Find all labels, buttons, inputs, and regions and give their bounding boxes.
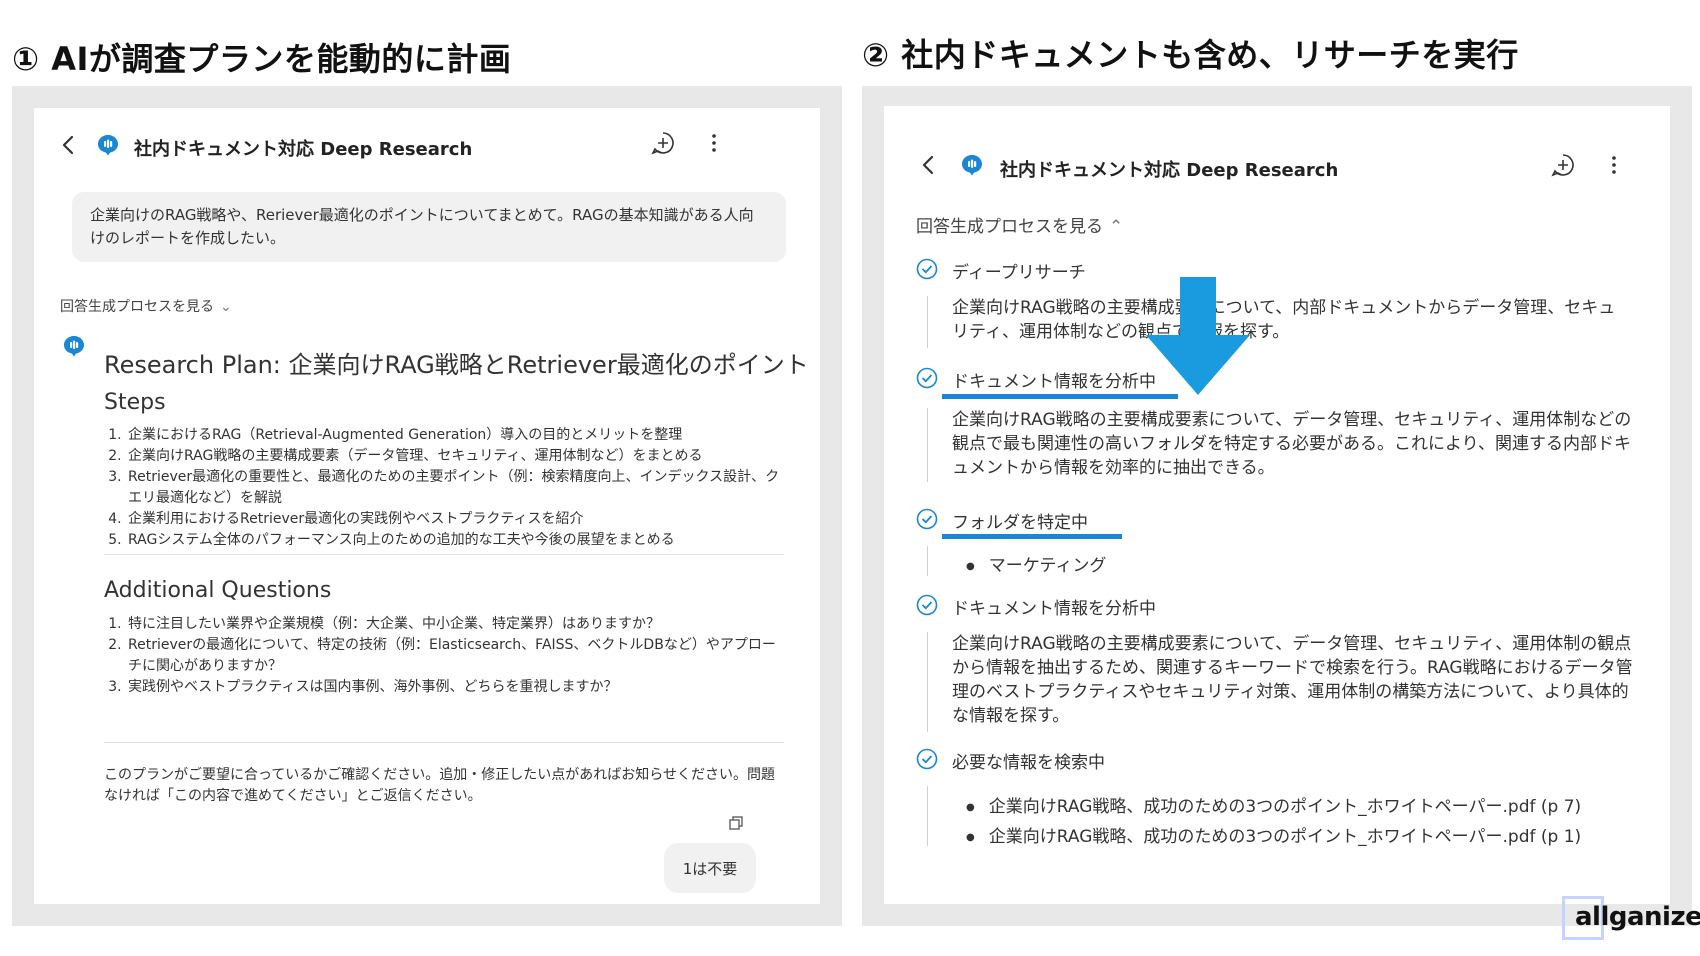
assistant-logo-icon	[962, 155, 982, 176]
right-chat-window: 社内ドキュメント対応 Deep Research 回答生成プロセスを見る ⌃ ディ…	[884, 106, 1670, 904]
check-circle-icon	[916, 594, 938, 616]
right-screenshot-frame: 社内ドキュメント対応 Deep Research 回答生成プロセスを見る ⌃ ディ…	[862, 86, 1692, 926]
step-item: RAGシステム全体のパフォーマンス向上のための追加的な工夫や今後の展望をまとめる	[126, 530, 786, 551]
logo-text: allganize	[1575, 902, 1700, 932]
question-item: Retrieverの最適化について、特定の技術（例：Elasticsearch、…	[126, 635, 786, 677]
process-step-body: 企業向けRAG戦略の主要構成要素について、データ管理、セキュリティ、運用体制など…	[952, 410, 1632, 478]
steps-heading: Steps	[104, 390, 166, 415]
allganize-logo: allganize	[1562, 896, 1700, 946]
process-step-label: ドキュメント情報を分析中	[952, 599, 1156, 619]
app-title: 社内ドキュメント対応 Deep Research	[1000, 160, 1339, 181]
document-bullet[interactable]: 企業向けRAG戦略、成功のための3つのポイント_ホワイトペーパー.pdf (p …	[966, 792, 1581, 817]
user-reply-bubble: 1は不要	[664, 843, 756, 893]
folder-bullet: マーケティング	[966, 551, 1107, 576]
assistant-avatar-icon	[64, 336, 84, 357]
step-connector	[927, 408, 928, 482]
process-toggle[interactable]: 回答生成プロセスを見る ⌄	[60, 296, 232, 316]
process-step-label: ドキュメント情報を分析中	[952, 372, 1156, 392]
left-heading: ① AIが調査プランを能動的に計画	[12, 40, 512, 78]
step-item: Retriever最適化の重要性と、最適化のための主要ポイント（例：検索精度向上…	[126, 467, 786, 509]
check-circle-icon	[916, 258, 938, 280]
app-title: 社内ドキュメント対応 Deep Research	[134, 139, 473, 160]
step-connector	[927, 786, 928, 846]
divider	[104, 742, 784, 743]
check-circle-icon	[916, 367, 938, 389]
step-item: 企業利用におけるRetriever最適化の実践例やベストプラクティスを紹介	[126, 509, 786, 530]
question-item: 特に注目したい業界や企業規模（例：大企業、中小企業、特定業界）はありますか？	[126, 614, 786, 635]
chevron-down-icon: ⌄	[220, 299, 232, 315]
process-step-body: 企業向けRAG戦略の主要構成要素について、データ管理、セキュリティ、運用体制の観…	[952, 634, 1633, 726]
step-item: 企業におけるRAG（Retrieval-Augmented Generation…	[126, 425, 786, 446]
divider	[104, 554, 784, 555]
process-step-label: フォルダを特定中	[952, 513, 1088, 533]
highlight-underline	[942, 534, 1122, 539]
additional-questions-heading: Additional Questions	[104, 578, 332, 603]
chevron-up-icon: ⌃	[1109, 217, 1124, 237]
process-toggle[interactable]: 回答生成プロセスを見る ⌃	[916, 212, 1123, 237]
confirm-message: このプランがご要望に合っているかご確認ください。追加・修正したい点があればお知ら…	[104, 767, 776, 804]
question-item: 実践例やベストプラクティスは国内事例、海外事例、どちらを重視しますか？	[126, 677, 786, 698]
step-item: 企業向けRAG戦略の主要構成要素（データ管理、セキュリティ、運用体制など）をまと…	[126, 446, 786, 467]
steps-list: 企業におけるRAG（Retrieval-Augmented Generation…	[104, 425, 786, 551]
plan-title: Research Plan: 企業向けRAG戦略とRetriever最適化のポイ…	[104, 351, 809, 379]
process-toggle-label: 回答生成プロセスを見る	[916, 217, 1103, 237]
step-connector	[927, 546, 928, 576]
process-step-body: 企業向けRAG戦略の主要構成要素について、内部ドキュメントからデータ管理、セキュ…	[952, 298, 1616, 342]
user-message-bubble: 企業向けのRAG戦略や、Reriever最適化のポイントについてまとめて。RAG…	[72, 192, 786, 262]
check-circle-icon	[916, 748, 938, 770]
more-options-icon[interactable]	[704, 131, 724, 155]
down-arrow-icon	[1146, 277, 1250, 395]
process-step-label: ディープリサーチ	[952, 263, 1086, 283]
right-heading: ② 社内ドキュメントも含め、リサーチを実行	[862, 36, 1519, 74]
back-arrow-icon[interactable]	[58, 134, 80, 156]
questions-list: 特に注目したい業界や企業規模（例：大企業、中小企業、特定業界）はありますか？ R…	[104, 614, 786, 698]
process-step-label: 必要な情報を検索中	[952, 753, 1105, 773]
highlight-underline	[942, 394, 1178, 399]
process-toggle-label: 回答生成プロセスを見る	[60, 299, 214, 315]
copy-icon[interactable]	[729, 816, 743, 830]
scroll-fade	[884, 844, 1670, 904]
new-chat-icon[interactable]	[1550, 152, 1576, 178]
more-options-icon[interactable]	[1604, 153, 1624, 177]
new-chat-icon[interactable]	[650, 130, 676, 156]
left-topbar: 社内ドキュメント対応 Deep Research	[34, 108, 820, 188]
assistant-logo-icon	[98, 135, 118, 156]
step-connector	[927, 296, 928, 348]
left-chat-window: 社内ドキュメント対応 Deep Research 企業向けのRAG戦略や、Rer…	[34, 108, 820, 904]
back-arrow-icon[interactable]	[918, 154, 940, 176]
check-circle-icon	[916, 508, 938, 530]
left-screenshot-frame: 社内ドキュメント対応 Deep Research 企業向けのRAG戦略や、Rer…	[12, 86, 842, 926]
step-connector	[927, 632, 928, 732]
